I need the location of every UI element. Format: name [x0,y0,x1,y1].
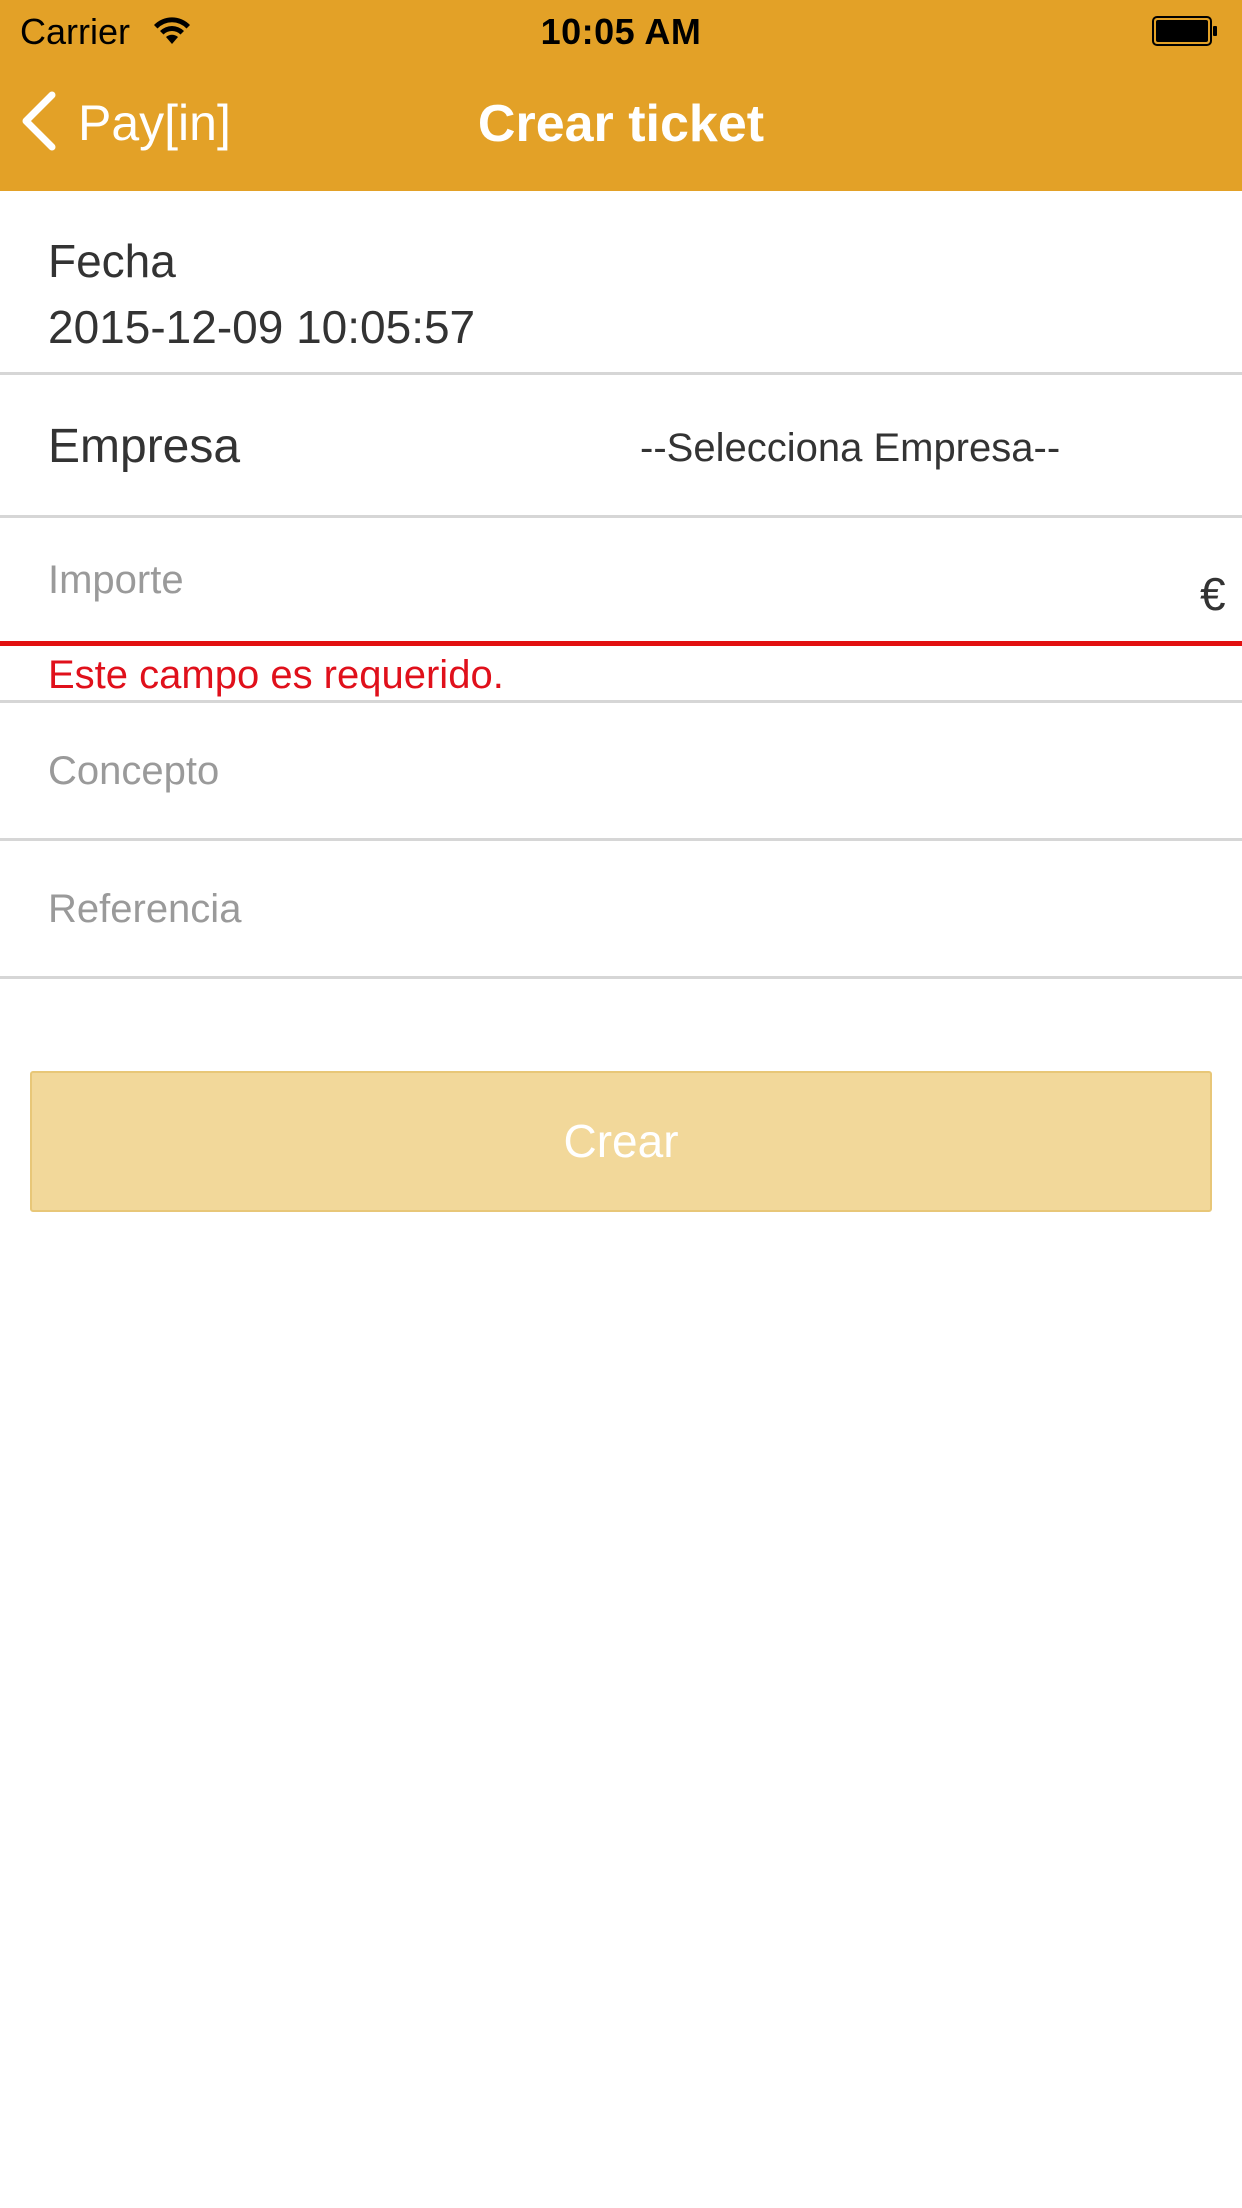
empresa-select[interactable]: --Selecciona Empresa-- [640,423,1200,473]
fecha-label: Fecha [48,235,176,287]
status-time: 10:05 AM [540,11,702,52]
importe-error-row: Este campo es requerido. [0,646,1242,703]
empresa-label: Empresa [48,420,241,473]
status-bar: Carrier 10:05 AM [0,0,1242,60]
page-title: Crear ticket [477,95,765,153]
importe-row: € [0,518,1242,646]
currency-label: € [1200,568,1226,620]
importe-input[interactable] [48,548,1148,612]
referencia-row [0,841,1242,979]
battery-icon [1152,16,1218,46]
referencia-input[interactable] [48,877,1198,941]
empresa-row: Empresa --Selecciona Empresa-- [0,375,1242,518]
importe-error-message: Este campo es requerido. [48,653,504,697]
concepto-row [0,703,1242,841]
navigation-bar: Pay[in] Crear ticket [0,60,1242,191]
concepto-input[interactable] [48,739,1198,803]
crear-button[interactable]: Crear [30,1071,1212,1212]
fecha-row[interactable]: Fecha 2015-12-09 10:05:57 [0,191,1242,375]
app-header: Carrier 10:05 AM Pay[in] Crear ticket [0,0,1242,191]
fecha-value: 2015-12-09 10:05:57 [48,301,476,353]
